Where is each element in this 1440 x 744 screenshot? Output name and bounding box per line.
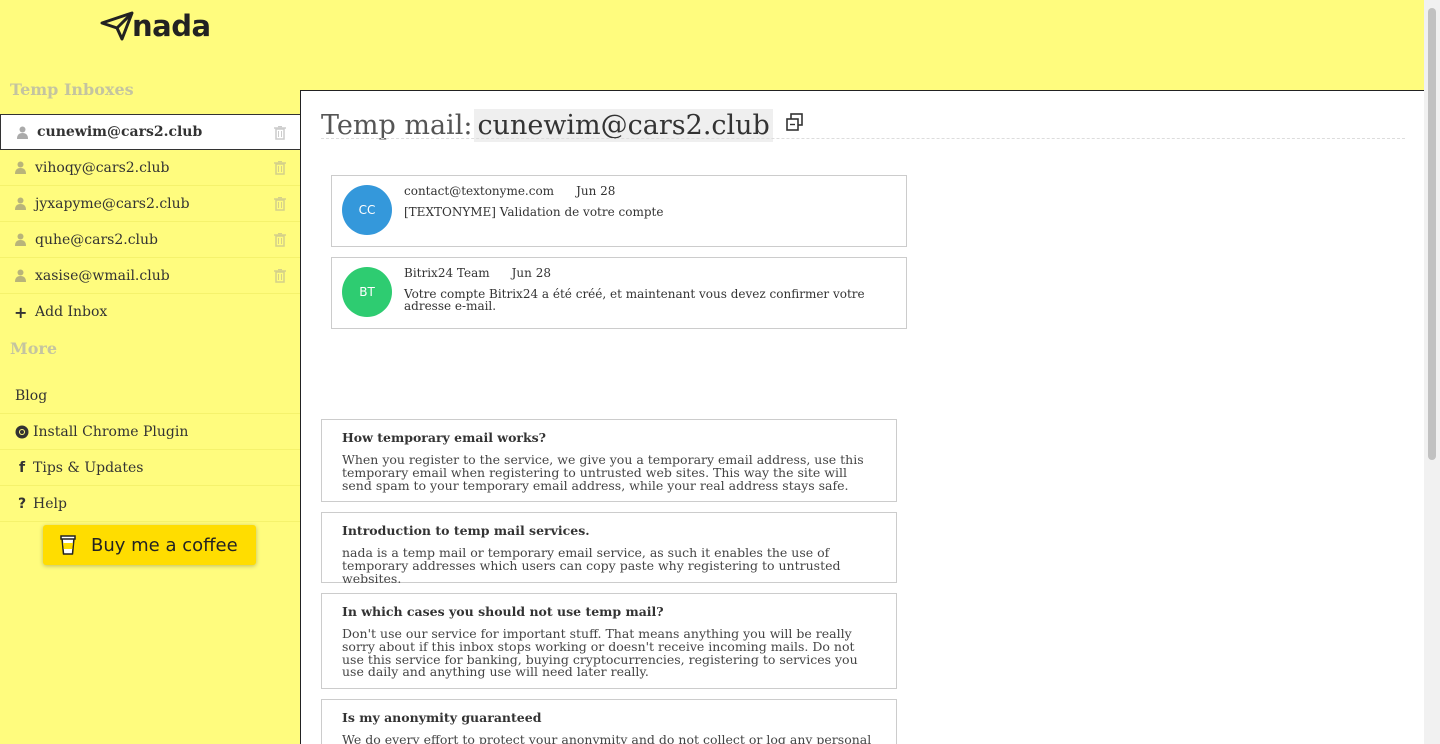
add-inbox-label: Add Inbox <box>35 304 108 320</box>
mail-date: Jun 28 <box>511 266 551 280</box>
faq-question: Is my anonymity guaranteed <box>342 710 542 725</box>
trash-icon[interactable] <box>274 126 286 140</box>
inbox-item[interactable]: vihoqy@cars2.club <box>0 150 300 186</box>
avatar: CC <box>342 185 392 235</box>
sidebar: Temp Inboxes cunewim@cars2.club vihoqy@c… <box>0 77 300 522</box>
inbox-email: cunewim@cars2.club <box>37 124 203 140</box>
chrome-icon <box>11 425 33 439</box>
logo-text: nada <box>132 9 211 43</box>
trash-icon[interactable] <box>274 233 286 247</box>
faq-card: How temporary email works? When you regi… <box>321 419 897 502</box>
faq-question: Introduction to temp mail services. <box>342 523 590 538</box>
mail-item[interactable]: CC contact@textonyme.com Jun 28 [TEXTONY… <box>331 175 907 247</box>
faq-question: How temporary email works? <box>342 430 547 445</box>
faq-answer: nada is a temp mail or temporary email s… <box>342 545 841 586</box>
inbox-item[interactable]: jyxapyme@cars2.club <box>0 186 300 222</box>
more-list: Blog Install Chrome Plugin f Tips & Upda… <box>0 378 300 522</box>
plus-icon: + <box>14 302 28 322</box>
mail-item[interactable]: BT Bitrix24 Team Jun 28 Votre compte Bit… <box>331 257 907 329</box>
faq-card: Introduction to temp mail services. nada… <box>321 512 897 586</box>
mail-from: contact@textonyme.com <box>404 184 555 198</box>
inbox-email: xasise@wmail.club <box>35 267 170 284</box>
more-item-label: Help <box>33 495 67 512</box>
facebook-icon: f <box>18 459 26 476</box>
scrollbar-thumb[interactable] <box>1428 8 1436 460</box>
mail-from: Bitrix24 Team <box>404 266 490 280</box>
avatar: BT <box>342 267 392 317</box>
faq-answer: When you register to the service, we giv… <box>342 452 864 493</box>
copy-icon[interactable] <box>785 112 805 132</box>
more-item-label: Tips & Updates <box>33 459 144 476</box>
faq-question: In which cases you should not use temp m… <box>342 604 664 619</box>
more-item-blog[interactable]: Blog <box>0 378 300 414</box>
question-icon: ? <box>17 495 27 512</box>
more-title: More <box>10 339 57 358</box>
faq-card: Is my anonymity guaranteed We do every e… <box>321 699 897 744</box>
inbox-item[interactable]: quhe@cars2.club <box>0 222 300 258</box>
inbox-email: vihoqy@cars2.club <box>35 159 170 176</box>
user-icon <box>15 233 35 246</box>
mail-body: contact@textonyme.com Jun 28 [TEXTONYME]… <box>404 185 663 237</box>
user-icon <box>17 126 37 139</box>
temp-mail-label: Temp mail: <box>321 110 473 141</box>
more-item-label: Install Chrome Plugin <box>33 423 189 440</box>
inbox-email: jyxapyme@cars2.club <box>35 195 190 212</box>
faq-answer: We do every effort to protect your anony… <box>342 732 872 744</box>
add-inbox-button[interactable]: + Add Inbox <box>0 294 300 330</box>
trash-icon[interactable] <box>274 269 286 283</box>
mail-body: Bitrix24 Team Jun 28 Votre compte Bitrix… <box>404 267 884 319</box>
more-item-chrome-plugin[interactable]: Install Chrome Plugin <box>0 414 300 450</box>
more-item-tips-updates[interactable]: f Tips & Updates <box>0 450 300 486</box>
trash-icon[interactable] <box>274 197 286 211</box>
trash-icon[interactable] <box>274 161 286 175</box>
mail-subject: Votre compte Bitrix24 a été créé, et mai… <box>404 287 865 313</box>
inbox-item[interactable]: cunewim@cars2.club <box>0 114 300 150</box>
inbox-list: cunewim@cars2.club vihoqy@cars2.club jyx… <box>0 114 300 330</box>
user-icon <box>15 269 35 282</box>
mail-date: Jun 28 <box>576 184 616 198</box>
buy-coffee-label: Buy me a coffee <box>91 534 238 556</box>
paper-plane-icon <box>100 11 134 41</box>
more-item-label: Blog <box>15 387 48 404</box>
mail-subject: [TEXTONYME] Validation de votre compte <box>404 205 664 219</box>
user-icon <box>15 161 35 174</box>
header-divider <box>321 138 1405 139</box>
page-scrollbar[interactable] <box>1424 0 1440 744</box>
inbox-item[interactable]: xasise@wmail.club <box>0 258 300 294</box>
inboxes-title: Temp Inboxes <box>10 80 134 99</box>
logo[interactable]: nada <box>100 5 211 41</box>
inbox-email: quhe@cars2.club <box>35 231 158 248</box>
faq-card: In which cases you should not use temp m… <box>321 593 897 689</box>
coffee-cup-icon <box>60 535 76 555</box>
more-item-help[interactable]: ? Help <box>0 486 300 522</box>
user-icon <box>15 197 35 210</box>
faq-answer: Don't use our service for important stuf… <box>342 626 858 680</box>
buy-coffee-button[interactable]: Buy me a coffee <box>43 525 256 565</box>
main-panel: Temp mail: cunewim@cars2.club CC contact… <box>300 90 1424 744</box>
